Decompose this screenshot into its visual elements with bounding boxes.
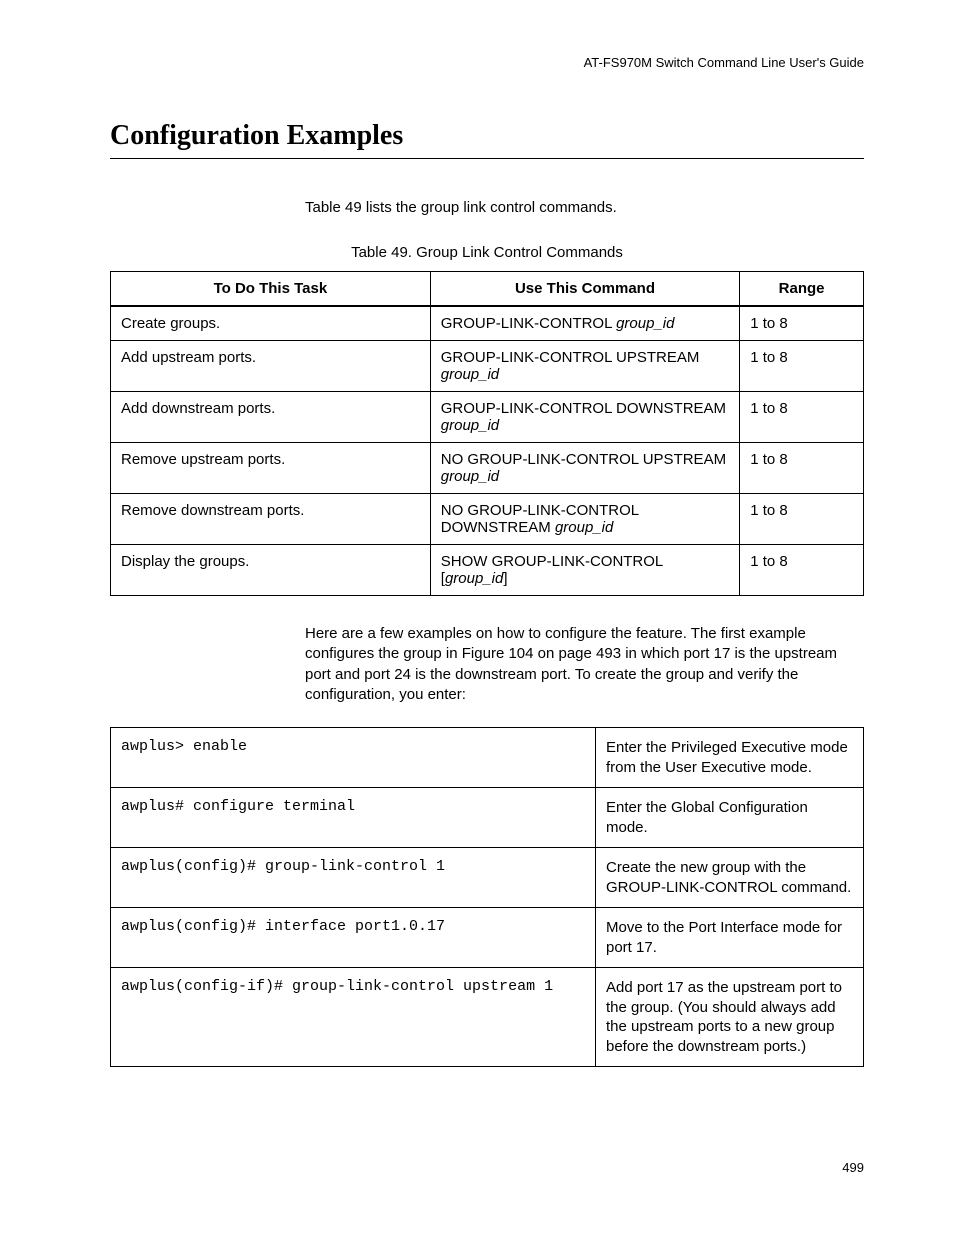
range-cell: 1 to 8 bbox=[740, 392, 864, 443]
section-title: Configuration Examples bbox=[110, 120, 864, 159]
desc-cell: Enter the Global Configuration mode. bbox=[596, 788, 864, 848]
intro-paragraph: Table 49 lists the group link control co… bbox=[305, 199, 864, 216]
range-cell: 1 to 8 bbox=[740, 341, 864, 392]
desc-cell: Create the new group with the GROUP-LINK… bbox=[596, 848, 864, 908]
range-cell: 1 to 8 bbox=[740, 306, 864, 341]
commands-table: To Do This Task Use This Command Range C… bbox=[110, 271, 864, 596]
code-cell: awplus(config)# interface port1.0.17 bbox=[111, 908, 596, 968]
command-cell: NO GROUP-LINK-CONTROL DOWNSTREAM group_i… bbox=[430, 494, 739, 545]
table-row: Display the groups. SHOW GROUP-LINK-CONT… bbox=[111, 545, 864, 596]
document-header: AT-FS970M Switch Command Line User's Gui… bbox=[110, 55, 864, 70]
table-row: awplus> enable Enter the Privileged Exec… bbox=[111, 728, 864, 788]
task-cell: Add downstream ports. bbox=[111, 392, 431, 443]
task-cell: Create groups. bbox=[111, 306, 431, 341]
task-cell: Remove upstream ports. bbox=[111, 443, 431, 494]
table-row: awplus(config)# interface port1.0.17 Mov… bbox=[111, 908, 864, 968]
desc-cell: Enter the Privileged Executive mode from… bbox=[596, 728, 864, 788]
table-row: Remove upstream ports. NO GROUP-LINK-CON… bbox=[111, 443, 864, 494]
code-cell: awplus(config-if)# group-link-control up… bbox=[111, 968, 596, 1067]
table-row: Remove downstream ports. NO GROUP-LINK-C… bbox=[111, 494, 864, 545]
desc-cell: Add port 17 as the upstream port to the … bbox=[596, 968, 864, 1067]
task-cell: Remove downstream ports. bbox=[111, 494, 431, 545]
task-cell: Add upstream ports. bbox=[111, 341, 431, 392]
command-cell: NO GROUP-LINK-CONTROL UPSTREAM group_id bbox=[430, 443, 739, 494]
command-cell: GROUP-LINK-CONTROL group_id bbox=[430, 306, 739, 341]
table-header-task: To Do This Task bbox=[111, 272, 431, 307]
range-cell: 1 to 8 bbox=[740, 494, 864, 545]
body-paragraph: Here are a few examples on how to config… bbox=[305, 624, 864, 705]
command-cell: GROUP-LINK-CONTROL DOWNSTREAM group_id bbox=[430, 392, 739, 443]
table-row: awplus# configure terminal Enter the Glo… bbox=[111, 788, 864, 848]
desc-cell: Move to the Port Interface mode for port… bbox=[596, 908, 864, 968]
table-caption: Table 49. Group Link Control Commands bbox=[110, 244, 864, 261]
code-cell: awplus(config)# group-link-control 1 bbox=[111, 848, 596, 908]
table-row: Add upstream ports. GROUP-LINK-CONTROL U… bbox=[111, 341, 864, 392]
range-cell: 1 to 8 bbox=[740, 545, 864, 596]
steps-table: awplus> enable Enter the Privileged Exec… bbox=[110, 727, 864, 1067]
table-header-range: Range bbox=[740, 272, 864, 307]
page-number: 499 bbox=[842, 1160, 864, 1175]
command-cell: SHOW GROUP-LINK-CONTROL [group_id] bbox=[430, 545, 739, 596]
table-row: awplus(config-if)# group-link-control up… bbox=[111, 968, 864, 1067]
range-cell: 1 to 8 bbox=[740, 443, 864, 494]
command-cell: GROUP-LINK-CONTROL UPSTREAM group_id bbox=[430, 341, 739, 392]
code-cell: awplus# configure terminal bbox=[111, 788, 596, 848]
table-row: Create groups. GROUP-LINK-CONTROL group_… bbox=[111, 306, 864, 341]
table-row: awplus(config)# group-link-control 1 Cre… bbox=[111, 848, 864, 908]
task-cell: Display the groups. bbox=[111, 545, 431, 596]
table-row: Add downstream ports. GROUP-LINK-CONTROL… bbox=[111, 392, 864, 443]
code-cell: awplus> enable bbox=[111, 728, 596, 788]
table-header-command: Use This Command bbox=[430, 272, 739, 307]
